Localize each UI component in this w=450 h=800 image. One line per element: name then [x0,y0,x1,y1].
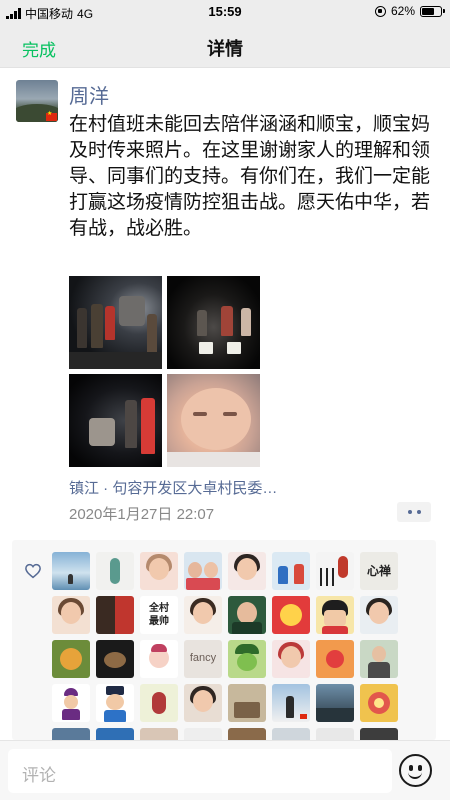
like-avatar[interactable] [228,552,266,590]
battery-icon [420,5,445,17]
like-avatar-fancy[interactable]: fancy [184,640,222,678]
china-flag-icon [46,110,57,121]
like-avatar[interactable] [228,640,266,678]
like-avatar[interactable] [184,596,222,634]
author-name[interactable]: 周洋 [69,80,109,109]
post-photo-1[interactable] [69,276,162,369]
like-avatar[interactable] [360,596,398,634]
heart-outline-icon [25,563,41,579]
likes-area: 心禅 全村最帅 fancy [12,540,436,740]
rotation-lock-icon [374,5,386,17]
like-avatar[interactable] [52,552,90,590]
post-photo-3[interactable] [69,374,162,467]
post-location-link[interactable]: 镇江 · 句容开发区大卓村民委… [69,477,277,498]
like-avatar[interactable] [96,684,134,722]
like-avatar[interactable] [52,596,90,634]
more-actions-button[interactable] [397,502,431,522]
like-avatar[interactable] [272,596,310,634]
like-avatar[interactable] [140,684,178,722]
battery-percent: 62% [390,4,415,18]
like-avatar[interactable] [184,552,222,590]
calligraphy-text: 心禅 [366,564,391,578]
page-title: 详情 [207,39,243,59]
like-avatar[interactable] [360,640,398,678]
like-avatar-slogan[interactable]: 全村最帅 [140,596,178,634]
like-avatar[interactable] [96,596,134,634]
like-avatar[interactable] [140,640,178,678]
like-avatar[interactable] [228,596,266,634]
photo-grid [69,276,264,467]
like-avatar[interactable] [52,640,90,678]
comment-input[interactable]: 评论 [8,749,392,793]
like-avatar[interactable] [96,640,134,678]
like-avatar[interactable] [316,596,354,634]
like-avatar[interactable] [272,640,310,678]
fancy-text: fancy [189,652,217,664]
like-avatar[interactable] [272,552,310,590]
like-avatar[interactable] [316,728,354,740]
like-avatar[interactable] [184,728,222,740]
post-photo-2[interactable] [167,276,260,369]
like-avatar-calligraphy[interactable]: 心禅 [360,552,398,590]
like-avatar[interactable] [316,684,354,722]
like-avatar[interactable] [52,684,90,722]
like-avatar[interactable] [360,684,398,722]
comment-placeholder: 评论 [22,766,56,785]
status-right: 62% [374,4,445,18]
like-avatar[interactable] [272,728,310,740]
like-avatar[interactable] [96,728,134,740]
like-avatar[interactable] [140,552,178,590]
nav-bar: 完成 详情 [0,24,450,68]
like-avatar[interactable] [228,728,266,740]
post-text: 在村值班未能回去陪伴涵涵和顺宝，顺宝妈及时传来照片。在这里谢谢家人的理解和领导、… [69,114,431,239]
like-avatar[interactable] [52,728,90,740]
like-avatar[interactable] [96,552,134,590]
author-avatar[interactable] [16,80,58,122]
smiley-icon[interactable] [399,754,432,787]
like-avatar[interactable] [140,728,178,740]
post-photo-4[interactable] [167,374,260,467]
like-avatar[interactable] [228,684,266,722]
like-avatar[interactable] [184,684,222,722]
comment-bar: 评论 [0,740,450,800]
status-bar: 中国移动 4G 15:59 62% [0,0,450,24]
like-avatar[interactable] [360,728,398,740]
like-avatar[interactable] [316,552,354,590]
like-avatar[interactable] [316,640,354,678]
like-avatar[interactable] [272,684,310,722]
post-timestamp: 2020年1月27日 22:07 [69,506,215,523]
slogan-text: 全村最帅 [149,603,169,627]
